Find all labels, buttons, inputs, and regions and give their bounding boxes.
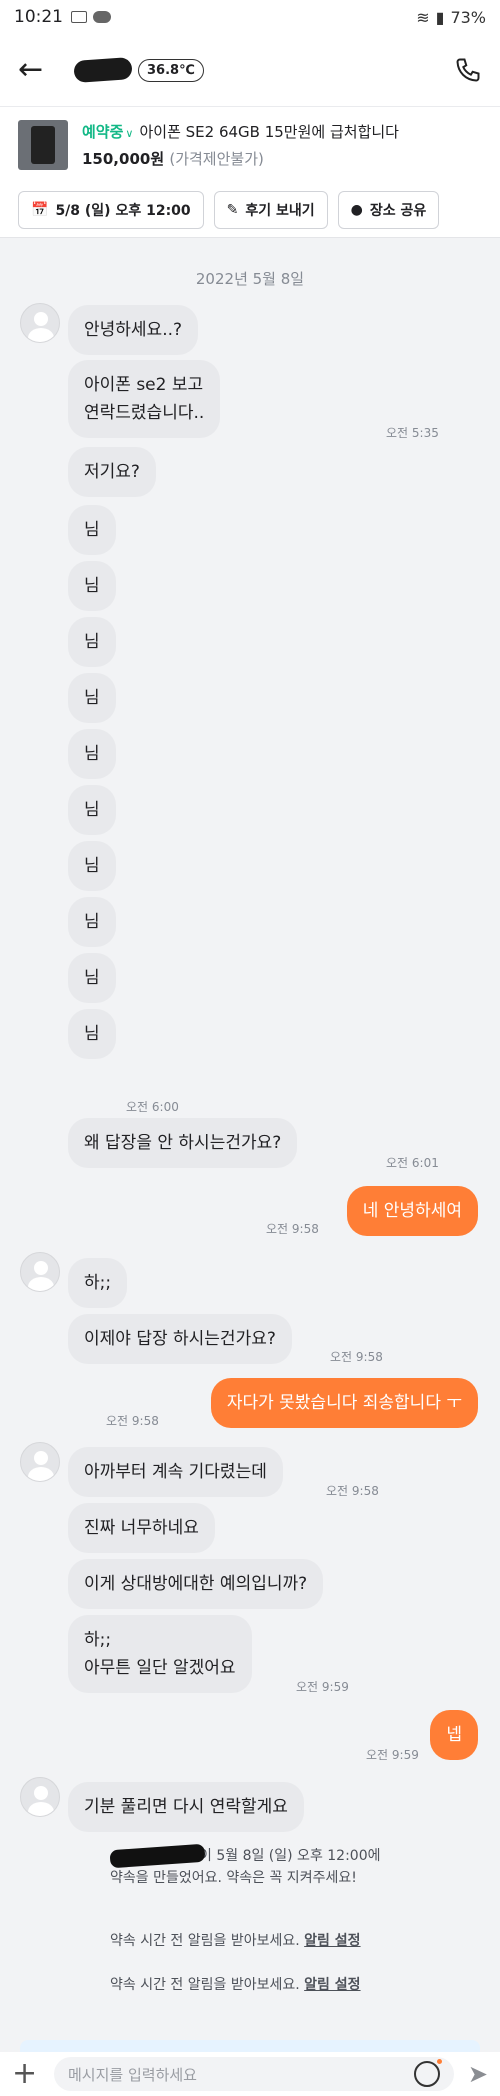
masked-username xyxy=(109,1843,206,1869)
message-time: 오전 9:58 xyxy=(106,1414,159,1428)
message-time: 오전 9:58 xyxy=(326,1484,379,1498)
incoming-message: 님 xyxy=(68,505,116,555)
plus-icon[interactable]: + xyxy=(12,2059,46,2089)
phone-call-icon[interactable] xyxy=(454,56,482,84)
action-bar: 📅 5/8 (일) 오후 12:00 ✎ 후기 보내기 ● 장소 공유 xyxy=(0,182,500,238)
reminder-text: 약속 시간 전 알림을 받아보세요. xyxy=(110,1933,300,1949)
pencil-icon: ✎ xyxy=(226,201,239,218)
chevron-down-icon[interactable]: ∨ xyxy=(125,127,133,140)
product-title: 아이폰 SE2 64GB 15만원에 급처합니다 xyxy=(139,122,399,141)
product-thumbnail[interactable] xyxy=(18,119,68,170)
incoming-message: 님 xyxy=(68,897,116,947)
product-summary[interactable]: 예약중 ∨ 아이폰 SE2 64GB 15만원에 급처합니다 150,000원 (가… xyxy=(0,106,500,182)
message-input-placeholder: 메시지를 입력하세요 xyxy=(68,2065,197,2084)
message-time: 오전 9:59 xyxy=(296,1680,349,1694)
back-arrow-icon[interactable]: ← xyxy=(18,55,58,85)
outgoing-message: 자다가 못봤습니다 죄송합니다 ㅜ xyxy=(210,1378,478,1428)
message-input-bar: + 메시지를 입력하세요 ➤ xyxy=(0,2052,500,2096)
incoming-message: 아이폰 se2 보고 연락드렸습니다.. xyxy=(68,360,221,438)
incoming-message: 하;; 아무튼 일단 알겠어요 xyxy=(68,1615,252,1693)
notification-settings-link[interactable]: 알림 설정 xyxy=(304,1977,360,1993)
incoming-message: 님 xyxy=(68,617,116,667)
location-pin-icon: ● xyxy=(350,201,363,218)
notification-settings-link[interactable]: 알림 설정 xyxy=(304,1933,360,1949)
message-input[interactable]: 메시지를 입력하세요 xyxy=(54,2057,454,2091)
reminder-system-message: 약속 시간 전 알림을 받아보세요. 알림 설정 xyxy=(110,1974,361,1996)
message-time: 오전 9:59 xyxy=(366,1748,419,1762)
product-price: 150,000원 xyxy=(82,149,165,168)
incoming-message: 이제야 답장 하시는건가요? xyxy=(68,1314,292,1364)
send-icon[interactable]: ➤ xyxy=(468,2060,488,2088)
battery-level: 73% xyxy=(450,7,486,27)
emoji-icon[interactable] xyxy=(413,2059,442,2087)
send-review-label: 후기 보내기 xyxy=(245,202,315,219)
incoming-message: 님 xyxy=(68,785,116,835)
share-location-button[interactable]: ● 장소 공유 xyxy=(337,190,440,229)
reservation-status-dropdown[interactable]: 예약중 xyxy=(82,123,123,141)
reminder-text: 약속 시간 전 알림을 받아보세요. xyxy=(110,1977,300,1993)
incoming-message: 님 xyxy=(68,841,116,891)
incoming-message: 님 xyxy=(68,561,116,611)
date-separator: 2022년 5월 8일 xyxy=(195,270,305,288)
message-time: 오전 9:58 xyxy=(266,1222,319,1236)
wifi-icon: ≋ xyxy=(416,7,430,27)
message-time: 오전 9:58 xyxy=(330,1350,383,1364)
incoming-message: 왜 답장을 안 하시는건가요? xyxy=(68,1118,298,1168)
incoming-message: 하;; xyxy=(68,1258,128,1308)
reminder-system-message: 약속 시간 전 알림을 받아보세요. 알림 설정 xyxy=(110,1930,361,1952)
status-time: 10:21 xyxy=(14,7,63,27)
incoming-message: 기분 풀리면 다시 연락할게요 xyxy=(68,1782,304,1832)
manner-temperature-badge: 36.8℃ xyxy=(138,58,204,82)
sender-avatar[interactable] xyxy=(20,1252,60,1292)
incoming-message: 저기요? xyxy=(68,447,156,497)
appointment-label: 5/8 (일) 오후 12:00 xyxy=(55,202,191,219)
incoming-message: 님 xyxy=(68,729,116,779)
send-review-button[interactable]: ✎ 후기 보내기 xyxy=(213,190,328,229)
gallery-icon xyxy=(71,11,87,23)
outgoing-message: 네 안녕하세여 xyxy=(346,1186,478,1236)
masked-username xyxy=(73,57,133,83)
appointment-system-message: 이 5월 8일 (일) 오후 12:00에 약속을 만들었어요. 약속은 꼭 지… xyxy=(109,1843,381,1889)
appointment-button[interactable]: 📅 5/8 (일) 오후 12:00 xyxy=(18,190,204,229)
sender-avatar[interactable] xyxy=(20,303,60,343)
status-bar: 10:21 ≋ ▮ 73% xyxy=(0,0,500,34)
talk-icon xyxy=(93,11,111,23)
message-time: 오전 6:00 xyxy=(126,1100,179,1114)
sender-avatar[interactable] xyxy=(20,1777,60,1817)
signal-icon: ▮ xyxy=(435,7,445,27)
incoming-message: 님 xyxy=(68,1009,116,1059)
incoming-message: 이게 상대방에대한 예의입니까? xyxy=(68,1559,324,1609)
sender-avatar[interactable] xyxy=(20,1442,60,1482)
chat-header: ← 36.8℃ xyxy=(0,34,500,106)
incoming-message: 님 xyxy=(68,953,116,1003)
incoming-message: 안녕하세요..? xyxy=(68,305,199,355)
message-time: 오전 5:35 xyxy=(386,426,439,440)
appointment-line-1: 이 5월 8일 (일) 오후 12:00에 xyxy=(199,1848,381,1864)
calendar-icon: 📅 xyxy=(31,201,49,218)
share-location-label: 장소 공유 xyxy=(369,202,427,219)
message-time: 오전 6:01 xyxy=(386,1156,439,1170)
incoming-message: 아까부터 계속 기다렸는데 xyxy=(68,1447,283,1497)
price-negotiation-note: (가격제안불가) xyxy=(169,149,264,168)
outgoing-message: 넵 xyxy=(430,1710,478,1760)
incoming-message: 진짜 너무하네요 xyxy=(68,1503,215,1553)
appointment-line-2: 약속을 만들었어요. 약속은 꼭 지켜주세요! xyxy=(110,1870,357,1886)
incoming-message: 님 xyxy=(68,673,116,723)
